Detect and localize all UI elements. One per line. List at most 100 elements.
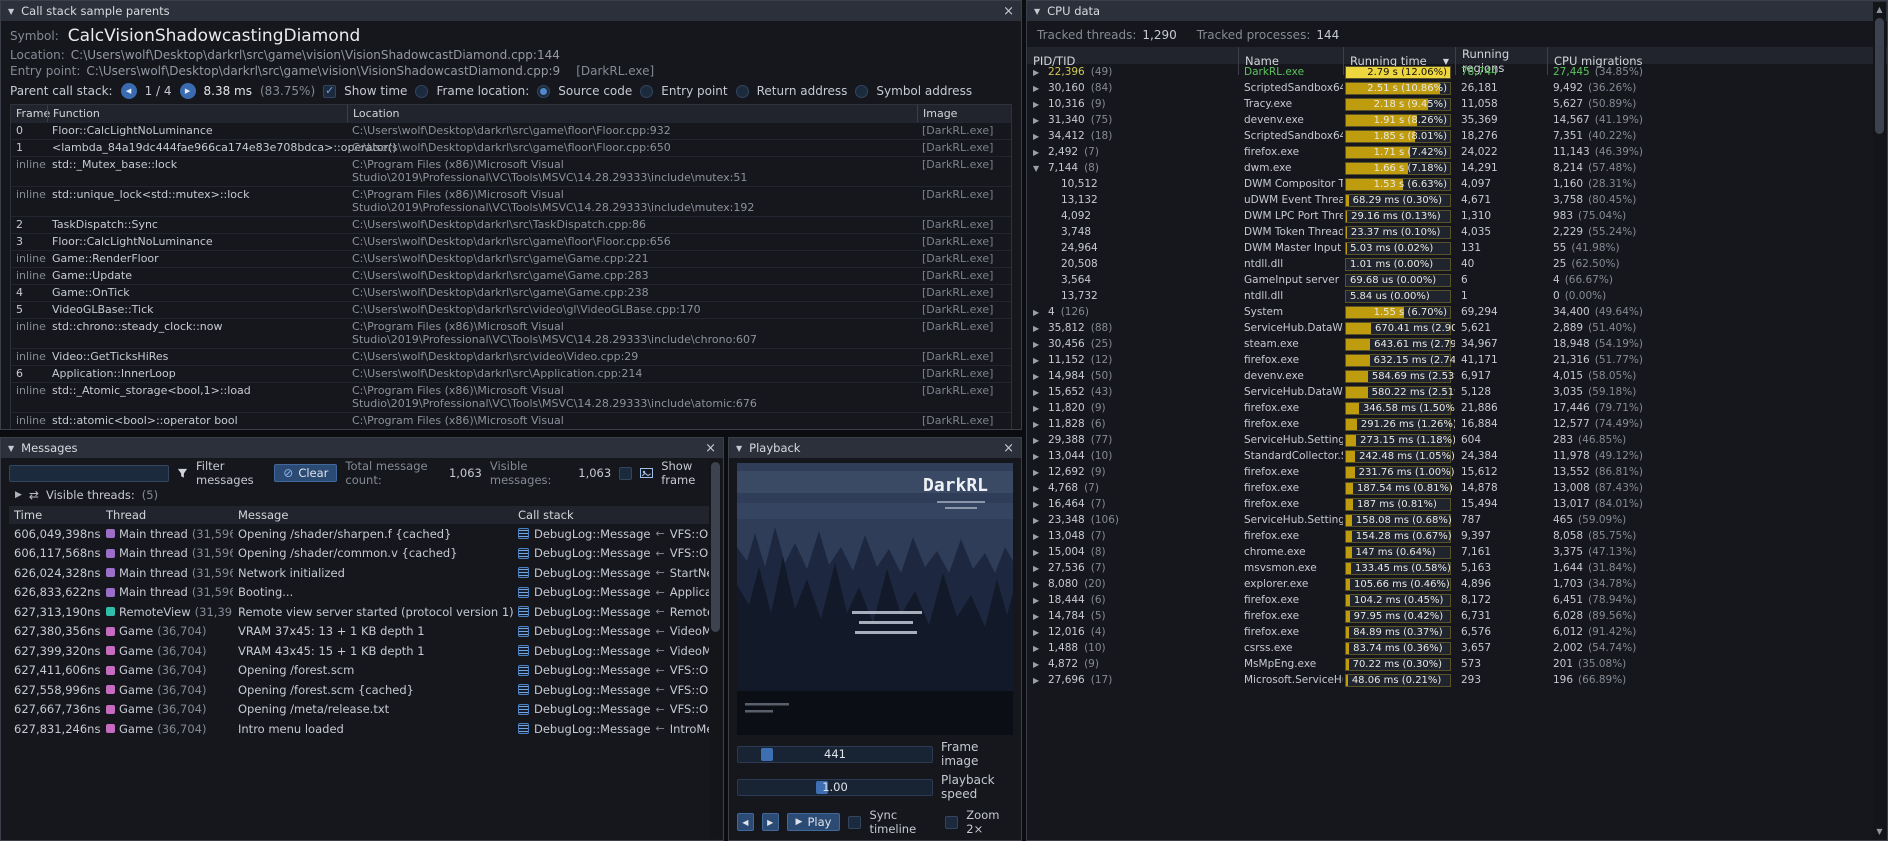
cpu-data-row[interactable]: ▶10,316(9)Tracy.exe2.18 s (9.45%)11,0585… bbox=[1027, 96, 1887, 112]
scroll-up-icon[interactable]: ▲ bbox=[1873, 5, 1886, 14]
expand-icon[interactable]: ▶ bbox=[1033, 628, 1042, 637]
cpu-data-row[interactable]: ▶22,396(49)DarkRL.exe2.79 s (12.06%)78,7… bbox=[1027, 64, 1887, 80]
callstack-icon[interactable] bbox=[518, 567, 529, 578]
callstack-icon[interactable] bbox=[518, 723, 529, 734]
callstack-icon[interactable] bbox=[518, 684, 529, 695]
prev-frame-button[interactable]: ◀ bbox=[737, 813, 754, 831]
expand-icon[interactable]: ▶ bbox=[1033, 420, 1042, 429]
callstack-frame-row[interactable]: 2TaskDispatch::SyncC:\Users\wolf\Desktop… bbox=[11, 216, 1011, 233]
cpu-data-row[interactable]: ▶27,536(7)msvsmon.exe133.45 ms (0.58%)5,… bbox=[1027, 560, 1887, 576]
cpu-data-row[interactable]: ▶12,016(4)firefox.exe84.89 ms (0.37%)6,5… bbox=[1027, 624, 1887, 640]
message-row[interactable]: 606,049,398nsMain thread(31,596)Opening … bbox=[9, 524, 715, 544]
expand-icon[interactable]: ▶ bbox=[1033, 324, 1042, 333]
column-header-thread[interactable]: Thread bbox=[101, 508, 233, 522]
callstack-frame-row[interactable]: inlinestd::unique_lock<std::mutex>::lock… bbox=[11, 186, 1011, 216]
expand-icon[interactable]: ▶ bbox=[1033, 532, 1042, 541]
expand-icon[interactable]: ▶ bbox=[1033, 84, 1042, 93]
callstack-frame-row[interactable]: 0Floor::CalcLightNoLuminanceC:\Users\wol… bbox=[11, 122, 1011, 139]
prev-parent-button[interactable]: ◀ bbox=[121, 83, 137, 99]
cpu-data-row[interactable]: ▶23,348(106)ServiceHub.SettingsHost158.0… bbox=[1027, 512, 1887, 528]
expand-icon[interactable]: ▶ bbox=[1033, 660, 1042, 669]
callstack-frame-row[interactable]: inlinestd::atomic<bool>::operator boolC:… bbox=[11, 412, 1011, 430]
expand-icon[interactable]: ▶ bbox=[1033, 676, 1042, 685]
cpu-data-row[interactable]: ▶30,160(84)ScriptedSandbox64.exe2.51 s (… bbox=[1027, 80, 1887, 96]
column-header-callstack[interactable]: Call stack bbox=[513, 508, 715, 522]
cpu-data-row[interactable]: ▶16,464(7)firefox.exe187 ms (0.81%)15,49… bbox=[1027, 496, 1887, 512]
cpu-scrollbar[interactable]: ▲ ▼ bbox=[1873, 2, 1886, 839]
cpu-data-row[interactable]: ▶11,820(9)firefox.exe346.58 ms (1.50%)21… bbox=[1027, 400, 1887, 416]
expand-icon[interactable]: ▶ bbox=[1033, 388, 1042, 397]
collapse-icon[interactable]: ▼ bbox=[8, 7, 14, 16]
radio-return-address[interactable] bbox=[736, 85, 749, 98]
callstack-icon[interactable] bbox=[518, 645, 529, 656]
callstack-icon[interactable] bbox=[518, 704, 529, 715]
close-icon[interactable]: × bbox=[705, 442, 716, 455]
cpu-data-row[interactable]: ▶4(126)System1.55 s (6.70%)69,29434,400(… bbox=[1027, 304, 1887, 320]
message-row[interactable]: 627,380,356nsGame(36,704)VRAM 37x45: 13 … bbox=[9, 622, 715, 642]
expand-icon[interactable]: ▶ bbox=[1033, 68, 1042, 77]
close-icon[interactable]: × bbox=[1003, 442, 1014, 455]
expand-icon[interactable]: ▶ bbox=[1033, 484, 1042, 493]
cpu-data-row[interactable]: ▶1,488(10)csrss.exe83.74 ms (0.36%)3,657… bbox=[1027, 640, 1887, 656]
playback-speed-slider[interactable]: 1.00 bbox=[737, 779, 933, 796]
clear-button[interactable]: ⊘Clear bbox=[274, 464, 337, 482]
next-parent-button[interactable]: ▶ bbox=[180, 83, 196, 99]
cpu-data-row[interactable]: ▶11,828(6)firefox.exe291.26 ms (1.26%)16… bbox=[1027, 416, 1887, 432]
frame-image-slider[interactable]: 441 bbox=[737, 746, 933, 763]
cpu-data-row[interactable]: ▶13,048(7)firefox.exe154.28 ms (0.67%)9,… bbox=[1027, 528, 1887, 544]
cpu-data-row[interactable]: ▶14,984(50)devenv.exe584.69 ms (2.53%)6,… bbox=[1027, 368, 1887, 384]
callstack-icon[interactable] bbox=[518, 665, 529, 676]
cpu-data-row[interactable]: ▶2,492(7)firefox.exe1.71 s (7.42%)24,022… bbox=[1027, 144, 1887, 160]
radio-entry-point[interactable] bbox=[640, 85, 653, 98]
expand-icon[interactable]: ▶ bbox=[1033, 436, 1042, 445]
cpu-data-row[interactable]: 3,564GameInput server69.68 us (0.00%)64(… bbox=[1027, 272, 1887, 288]
column-header-location[interactable]: Location bbox=[347, 105, 917, 122]
expand-icon[interactable]: ▶ bbox=[1033, 148, 1042, 157]
play-button[interactable]: ▶Play bbox=[787, 813, 841, 831]
expand-icon[interactable]: ▶ bbox=[1033, 644, 1042, 653]
scrollbar-thumb[interactable] bbox=[1875, 18, 1884, 134]
show-frame-checkbox[interactable] bbox=[619, 467, 632, 480]
expand-icon[interactable]: ▶ bbox=[1033, 356, 1042, 365]
cpu-data-row[interactable]: ▶4,768(7)firefox.exe187.54 ms (0.81%)14,… bbox=[1027, 480, 1887, 496]
scrollbar-thumb[interactable] bbox=[711, 462, 720, 632]
scroll-down-icon[interactable]: ▼ bbox=[1873, 827, 1886, 836]
callstack-frame-row[interactable]: 5VideoGLBase::TickC:\Users\wolf\Desktop\… bbox=[11, 301, 1011, 318]
expand-icon[interactable]: ▶ bbox=[1033, 564, 1042, 573]
expand-icon[interactable]: ▶ bbox=[1033, 452, 1042, 461]
callstack-icon[interactable] bbox=[518, 548, 529, 559]
callstack-icon[interactable] bbox=[518, 626, 529, 637]
column-header-message[interactable]: Message bbox=[233, 508, 513, 522]
callstack-frame-row[interactable]: 3Floor::CalcLightNoLuminanceC:\Users\wol… bbox=[11, 233, 1011, 250]
cpu-data-row[interactable]: ▶18,444(6)firefox.exe104.2 ms (0.45%)8,1… bbox=[1027, 592, 1887, 608]
expand-icon[interactable]: ▶ bbox=[1033, 340, 1042, 349]
expand-icon[interactable]: ▶ bbox=[1033, 132, 1042, 141]
callstack-frame-row[interactable]: 1<lambda_84a19dc444fae966ca174e83e708bdc… bbox=[11, 139, 1011, 156]
column-header-image[interactable]: Image bbox=[917, 105, 1011, 122]
message-row[interactable]: 627,831,246nsGame(36,704)Intro menu load… bbox=[9, 719, 715, 739]
message-row[interactable]: 626,833,622nsMain thread(31,596)Booting.… bbox=[9, 583, 715, 603]
cpu-data-row[interactable]: ▶35,812(88)ServiceHub.DataWarehou670.41 … bbox=[1027, 320, 1887, 336]
column-header-time[interactable]: Time bbox=[9, 508, 101, 522]
collapse-icon[interactable]: ▼ bbox=[8, 444, 14, 453]
expand-icon[interactable]: ▶ bbox=[1033, 548, 1042, 557]
cpu-data-row[interactable]: 13,732ntdll.dll5.84 us (0.00%)10(0.00%) bbox=[1027, 288, 1887, 304]
message-row[interactable]: 626,024,328nsMain thread(31,596)Network … bbox=[9, 563, 715, 583]
next-frame-button[interactable]: ▶ bbox=[762, 813, 779, 831]
cpu-data-row[interactable]: ▶27,696(17)Microsoft.ServiceHub.Co48.06 … bbox=[1027, 672, 1887, 688]
cpu-data-row[interactable]: ▶8,080(20)explorer.exe105.66 ms (0.46%)4… bbox=[1027, 576, 1887, 592]
expand-icon[interactable]: ▶ bbox=[1033, 596, 1042, 605]
cpu-data-row[interactable]: 10,512DWM Compositor Threa1.53 s (6.63%)… bbox=[1027, 176, 1887, 192]
message-row[interactable]: 627,558,996nsGame(36,704)Opening /forest… bbox=[9, 680, 715, 700]
message-row[interactable]: 606,117,568nsMain thread(31,596)Opening … bbox=[9, 544, 715, 564]
cpu-data-row[interactable]: ▶12,692(9)firefox.exe231.76 ms (1.00%)15… bbox=[1027, 464, 1887, 480]
cpu-data-row[interactable]: ▶34,412(18)ScriptedSandbox64.exe1.85 s (… bbox=[1027, 128, 1887, 144]
cpu-data-row[interactable]: ▶29,388(77)ServiceHub.SettingsHost273.15… bbox=[1027, 432, 1887, 448]
expand-icon[interactable]: ▶ bbox=[1033, 116, 1042, 125]
callstack-icon[interactable] bbox=[518, 528, 529, 539]
callstack-icon[interactable] bbox=[518, 606, 529, 617]
cpu-data-row[interactable]: ▼7,144(8)dwm.exe1.66 s (7.18%)14,2918,21… bbox=[1027, 160, 1887, 176]
cpu-data-row[interactable]: ▶15,652(43)ServiceHub.DataWarehou580.22 … bbox=[1027, 384, 1887, 400]
cpu-data-row[interactable]: ▶11,152(12)firefox.exe632.15 ms (2.74%)4… bbox=[1027, 352, 1887, 368]
callstack-frame-row[interactable]: inlinestd::_Atomic_storage<bool,1>::load… bbox=[11, 382, 1011, 412]
